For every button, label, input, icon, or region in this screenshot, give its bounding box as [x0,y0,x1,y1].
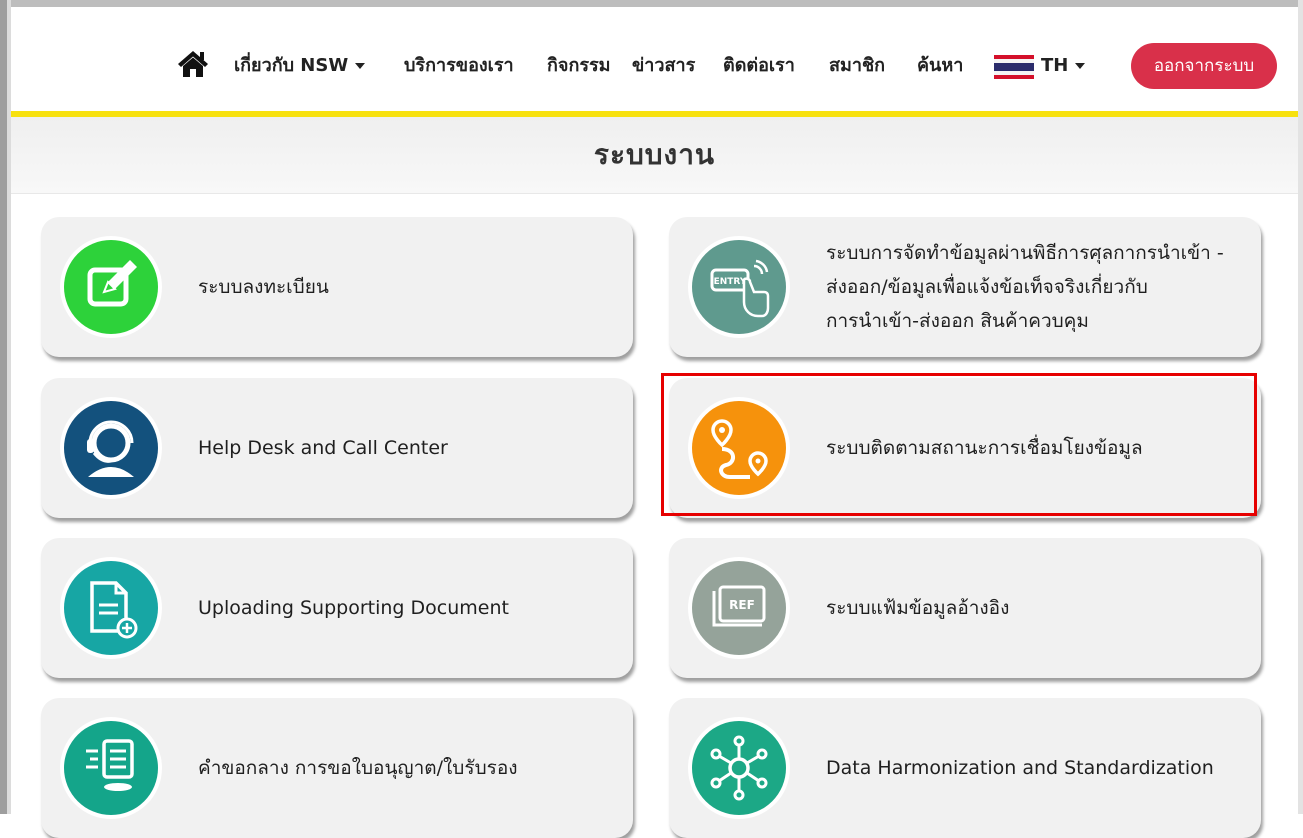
card-upload-document[interactable]: Uploading Supporting Document [41,538,633,678]
card-reference-files[interactable]: REF ระบบแฟ้มข้อมูลอ้างอิง [669,538,1261,678]
window-frame-right [1298,0,1303,814]
navbar: เกี่ยวกับ NSW บริการของเรา กิจกรรม ข่าวส… [11,7,1298,111]
computer-form-icon [64,721,158,815]
reference-file-icon: REF [692,561,786,655]
card-help-desk[interactable]: Help Desk and Call Center [41,378,633,518]
entry-icon-text: ENTRY [714,277,747,287]
title-bar: ระบบงาน [11,117,1298,194]
nav-search[interactable]: ค้นหา [917,55,963,77]
chevron-down-icon [1075,63,1086,69]
card-label-line-2: ส่งออก/ข้อมูลเพื่อแจ้งข้อเท็จจริงเกี่ยวก… [826,276,1148,298]
icon-ring [688,717,790,819]
card-registration[interactable]: ระบบลงทะเบียน [41,217,633,357]
card-label: ระบบแฟ้มข้อมูลอ้างอิง [826,597,1010,619]
headset-user-icon [64,401,158,495]
icon-ring [60,397,162,499]
icon-ring [60,557,162,659]
ref-icon-text: REF [729,598,755,612]
document-upload-icon [64,561,158,655]
icon-ring: ENTRY [688,236,790,338]
logout-button[interactable]: ออกจากระบบ [1131,43,1277,89]
window-frame-top [0,0,1303,7]
card-central-request[interactable]: คำขอกลาง การขอใบอนุญาต/ใบรับรอง [41,698,633,838]
card-customs-entry[interactable]: ENTRY ระบบการจัดทำข้อมูลผ่านพิธีการศุลกา… [669,217,1261,357]
icon-ring [60,717,162,819]
nav-about-label: เกี่ยวกับ NSW [234,55,349,76]
chevron-down-icon [355,63,366,69]
card-label: Uploading Supporting Document [198,597,509,619]
language-label: TH [1041,55,1069,76]
thai-flag-icon[interactable] [994,55,1034,79]
nav-news[interactable]: ข่าวสาร [632,55,695,77]
page-title: ระบบงาน [593,138,716,171]
entry-touch-icon: ENTRY [692,240,786,334]
network-nodes-icon [692,721,786,815]
nav-activities[interactable]: กิจกรรม [547,55,611,77]
icon-ring [60,236,162,338]
card-label: Data Harmonization and Standardization [826,757,1214,779]
language-selector[interactable]: TH [1041,55,1086,77]
nav-services[interactable]: บริการของเรา [404,55,514,77]
card-label: ระบบการจัดทำข้อมูลผ่านพิธีการศุลกากรนำเข… [826,217,1246,357]
card-label: Help Desk and Call Center [198,437,448,459]
icon-ring: REF [688,557,790,659]
nav-about-nsw[interactable]: เกี่ยวกับ NSW [234,55,366,77]
nav-inner: เกี่ยวกับ NSW บริการของเรา กิจกรรม ข่าวส… [11,43,1298,95]
card-label: ระบบลงทะเบียน [198,276,329,298]
highlight-box [661,373,1257,516]
card-data-harmonization[interactable]: Data Harmonization and Standardization [669,698,1261,838]
nav-contact[interactable]: ติดต่อเรา [723,55,795,77]
card-label-line-1: ระบบการจัดทำข้อมูลผ่านพิธีการศุลกากรนำเข… [826,242,1224,264]
card-label-line-3: การนำเข้า-ส่งออก สินค้าควบคุม [826,310,1089,332]
nav-members[interactable]: สมาชิก [829,55,885,77]
window-frame-left [0,0,7,814]
card-label: คำขอกลาง การขอใบอนุญาต/ใบรับรอง [198,757,518,779]
home-icon[interactable] [176,49,210,79]
edit-form-icon [64,240,158,334]
